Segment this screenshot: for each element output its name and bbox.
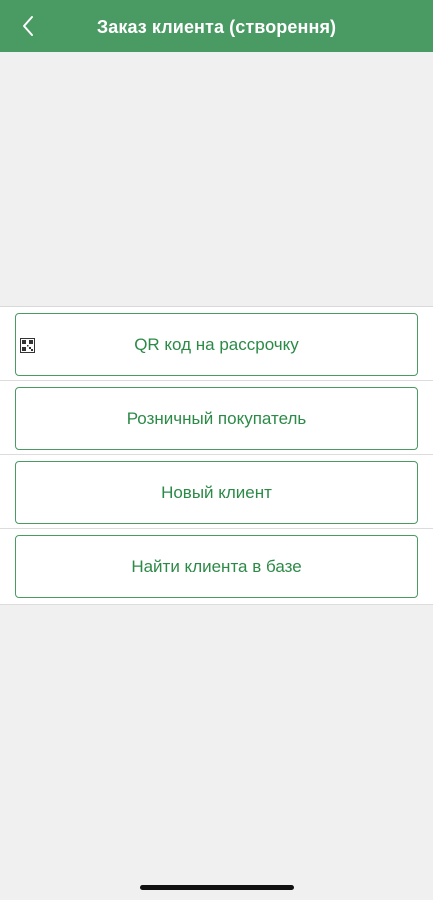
option-label: Найти клиента в базе xyxy=(131,556,302,576)
list-item: QR код на рассрочку xyxy=(0,307,433,381)
option-label: Розничный покупатель xyxy=(126,408,307,428)
qr-installment-button[interactable]: QR код на рассрочку xyxy=(15,313,418,376)
list-item: Розничный покупатель xyxy=(0,381,433,455)
option-label: QR код на рассрочку xyxy=(134,334,299,354)
home-indicator[interactable] xyxy=(140,885,294,890)
list-item: Найти клиента в базе xyxy=(0,529,433,605)
new-client-button[interactable]: Новый клиент xyxy=(15,461,418,524)
list-item: Новый клиент xyxy=(0,455,433,529)
client-options-list: QR код на рассрочку Розничный покупатель… xyxy=(0,306,433,605)
chevron-left-icon xyxy=(23,16,33,36)
app-header: Заказ клиента (створення) xyxy=(0,0,433,52)
back-button[interactable] xyxy=(14,10,42,42)
find-client-button[interactable]: Найти клиента в базе xyxy=(15,535,418,598)
option-label: Новый клиент xyxy=(161,482,272,502)
retail-customer-button[interactable]: Розничный покупатель xyxy=(15,387,418,450)
qr-code-icon xyxy=(20,338,35,353)
page-title: Заказ клиента (створення) xyxy=(96,17,337,37)
